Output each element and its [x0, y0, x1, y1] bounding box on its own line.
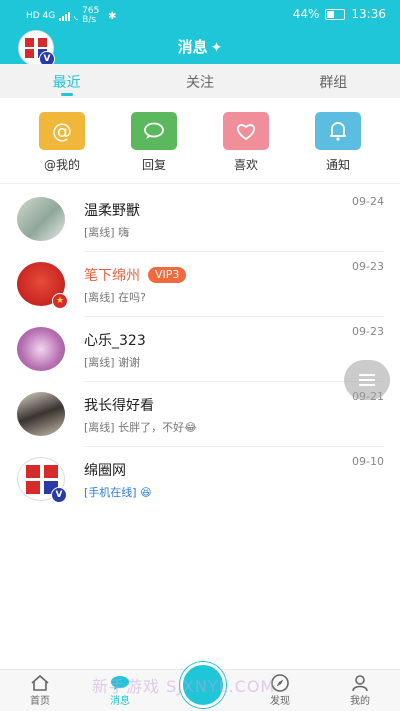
- message-time: 09-24: [352, 195, 384, 208]
- page-title: 消息 ✦: [0, 36, 400, 57]
- contact-name: 笔下绵州: [84, 268, 140, 284]
- quick-action-label: 通知: [325, 158, 350, 172]
- avatar: [17, 392, 65, 436]
- avatar: [17, 197, 65, 241]
- broom-icon[interactable]: ✦: [211, 40, 223, 56]
- contact-name: 绵圈网: [84, 463, 126, 479]
- network-type: HD 4G: [26, 11, 56, 21]
- wifi-icon: ◟: [74, 10, 79, 22]
- contact-name: 心乐_323: [84, 333, 146, 349]
- nav-label: 我的: [350, 696, 370, 707]
- vip-badge: VIP3: [148, 267, 187, 283]
- message-time: 09-23: [352, 325, 384, 338]
- quick-action-likes[interactable]: 喜欢: [214, 112, 278, 182]
- conversation-row[interactable]: ★ 笔下绵州 VIP3 [离线] 在吗? 09-23: [0, 251, 400, 316]
- message-preview: [离线] 谢谢: [84, 356, 141, 369]
- message-preview: [离线] 长胖了，不好😂: [84, 421, 197, 434]
- conversation-list: 温柔野獸 [离线] 嗨 09-24 ★ 笔下绵州 VIP3 [离线] 在吗? 0…: [0, 186, 400, 511]
- network-speed: 765 B/s: [82, 6, 100, 25]
- status-bar-right: 44% 13:36: [293, 7, 386, 21]
- avatar-container: ★: [17, 262, 68, 309]
- bluetooth-icon: ✱: [108, 10, 117, 22]
- watermark: 新手游戏 SJXNYL.COM: [92, 677, 276, 696]
- divider: [0, 183, 400, 184]
- app-header: V 消息 ✦: [0, 28, 400, 67]
- battery-icon: [325, 8, 346, 20]
- floating-menu-button[interactable]: [344, 360, 390, 400]
- at-icon: @: [39, 112, 85, 150]
- conversation-row[interactable]: V 绵圈网 [手机在线] 😆 09-10: [0, 446, 400, 511]
- contact-name: 温柔野獸: [84, 203, 140, 219]
- message-time: 09-23: [352, 260, 384, 273]
- message-time: 09-10: [352, 455, 384, 468]
- home-icon: [0, 674, 80, 692]
- message-preview: [离线] 嗨: [84, 226, 130, 239]
- nav-home[interactable]: 首页: [0, 670, 80, 711]
- conversation-row[interactable]: 温柔野獸 [离线] 嗨 09-24: [0, 186, 400, 251]
- conversation-row[interactable]: 我长得好看 [离线] 长胖了，不好😂 09-21: [0, 381, 400, 446]
- contact-name: 我长得好看: [84, 398, 154, 414]
- quick-action-notifications[interactable]: 通知: [306, 112, 370, 182]
- contact-name-row: 笔下绵州 VIP3: [84, 265, 187, 285]
- menu-icon: [359, 374, 375, 386]
- quick-action-label: @我的: [43, 158, 80, 172]
- chat-bubble-icon: [131, 112, 177, 150]
- bell-icon: [315, 112, 361, 150]
- user-icon: [320, 674, 400, 692]
- quick-action-label: 喜欢: [233, 158, 258, 172]
- page-title-text: 消息: [177, 38, 208, 56]
- quick-action-replies[interactable]: 回复: [122, 112, 186, 182]
- clock: 13:36: [351, 7, 386, 21]
- verified-badge-icon: V: [51, 487, 67, 503]
- battery-percent: 44%: [292, 7, 320, 21]
- tab-recent[interactable]: 最近: [0, 64, 133, 98]
- message-preview: [离线] 在吗?: [84, 291, 146, 304]
- signal-icon: [59, 11, 71, 21]
- tab-groups[interactable]: 群组: [267, 64, 400, 98]
- star-badge-icon: ★: [52, 293, 68, 309]
- nav-profile[interactable]: 我的: [320, 670, 400, 711]
- conversation-row[interactable]: 心乐_323 [离线] 谢谢 09-23: [0, 316, 400, 381]
- message-preview: [手机在线] 😆: [84, 486, 152, 499]
- tab-following[interactable]: 关注: [133, 64, 266, 98]
- avatar-container: V: [17, 457, 67, 503]
- status-bar-left: HD 4G ◟ 765 B/s ✱: [26, 7, 117, 25]
- heart-icon: [223, 112, 269, 150]
- message-tabs: 最近 关注 群组: [0, 64, 400, 98]
- status-bar: HD 4G ◟ 765 B/s ✱ 44% 13:36: [0, 0, 400, 28]
- nav-label: 首页: [30, 696, 50, 707]
- avatar: [17, 327, 65, 371]
- quick-action-mentions[interactable]: @ @我的: [30, 112, 94, 182]
- quick-action-label: 回复: [141, 158, 166, 172]
- quick-actions: @ @我的 回复 喜欢 通知: [0, 112, 400, 182]
